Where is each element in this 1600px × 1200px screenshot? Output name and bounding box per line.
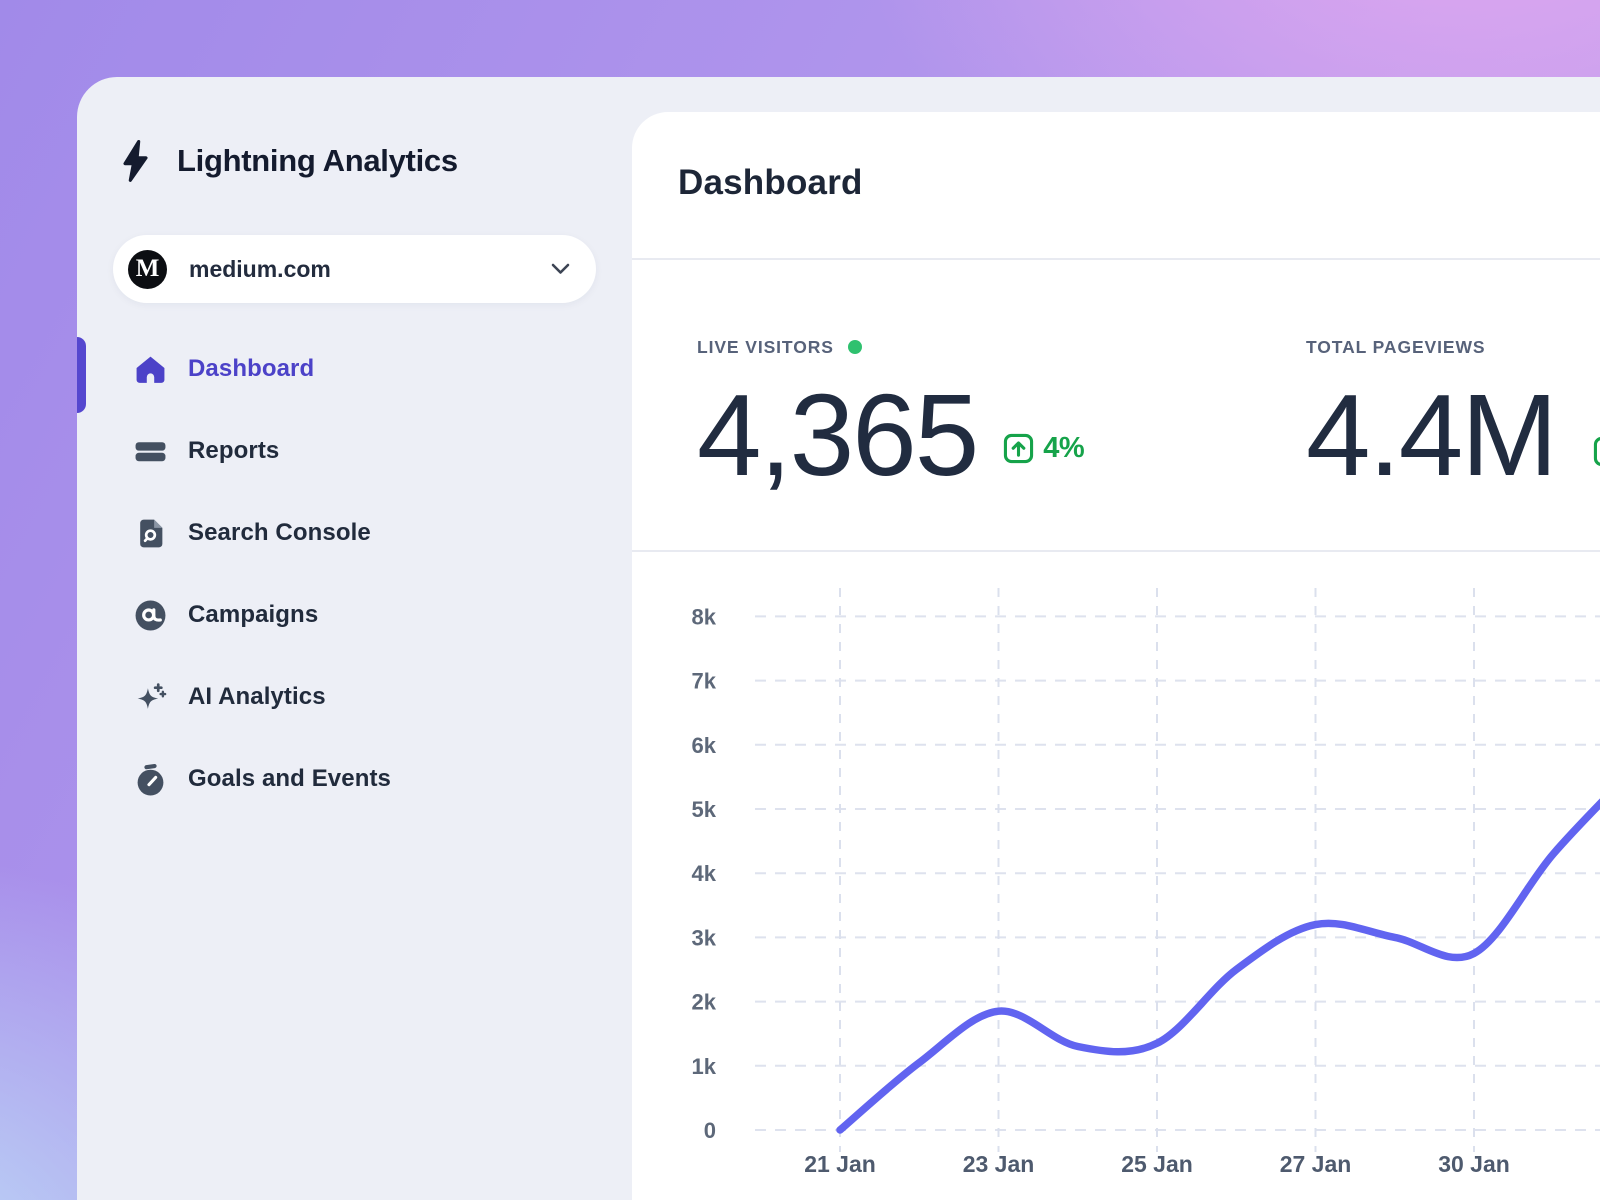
lightning-bolt-icon xyxy=(119,139,151,183)
sidebar-item-label: AI Analytics xyxy=(188,683,326,711)
stat-label: TOTAL PAGEVIEWS xyxy=(1306,337,1485,358)
stat-value: 4.4M xyxy=(1306,377,1556,493)
change-value: 4% xyxy=(1043,432,1084,465)
campaigns-icon xyxy=(134,599,167,632)
stat-live-visitors: LIVE VISITORS 4,365 4% xyxy=(632,260,1084,550)
sidebar: Lightning Analytics M medium.com Dashboa… xyxy=(77,77,632,1200)
y-axis-tick-label: 4k xyxy=(692,861,717,886)
line-chart: 0 1k 2k 3k 4k 5k 6k 7k 8k 21 Jan 23 Jan 25 Jan 27 Ja… xyxy=(632,552,1600,1200)
search-console-icon xyxy=(134,517,167,550)
stat-total-pageviews: TOTAL PAGEVIEWS 4.4M xyxy=(1306,260,1556,493)
x-axis-tick-label: 25 Jan xyxy=(1121,1151,1193,1177)
y-axis-tick-label: 0 xyxy=(704,1118,716,1143)
change-badge-cut-off xyxy=(1593,436,1600,472)
sidebar-item-reports[interactable]: Reports xyxy=(134,410,596,492)
y-axis-tick-label: 6k xyxy=(692,733,717,758)
stat-value: 4,365 xyxy=(697,377,977,493)
sidebar-nav: Dashboard Reports Search Console Campaig… xyxy=(113,328,596,820)
arrow-up-square-icon xyxy=(1593,436,1600,467)
stopwatch-icon xyxy=(134,763,167,796)
change-badge: 4% xyxy=(1003,432,1084,465)
sidebar-item-campaigns[interactable]: Campaigns xyxy=(134,574,596,656)
sidebar-item-ai-analytics[interactable]: AI Analytics xyxy=(134,656,596,738)
y-axis-tick-label: 8k xyxy=(692,604,717,629)
stat-label: LIVE VISITORS xyxy=(697,337,834,358)
y-axis-tick-label: 7k xyxy=(692,669,717,694)
app-window: Lightning Analytics M medium.com Dashboa… xyxy=(77,77,1600,1200)
x-axis-tick-label: 30 Jan xyxy=(1438,1151,1510,1177)
app-title: Lightning Analytics xyxy=(177,143,458,179)
sidebar-item-search-console[interactable]: Search Console xyxy=(134,492,596,574)
page-title: Dashboard xyxy=(632,112,1600,203)
x-axis-tick-label: 23 Jan xyxy=(963,1151,1035,1177)
site-name: medium.com xyxy=(189,256,551,283)
sidebar-item-dashboard[interactable]: Dashboard xyxy=(134,328,596,410)
site-selector[interactable]: M medium.com xyxy=(113,235,596,303)
app-logo: Lightning Analytics xyxy=(113,137,596,185)
medium-logo: M xyxy=(128,250,167,289)
main-content-card: Dashboard LIVE VISITORS 4,365 xyxy=(632,112,1600,1200)
desktop-background: Lightning Analytics M medium.com Dashboa… xyxy=(0,0,1600,1200)
x-axis-tick-label: 27 Jan xyxy=(1280,1151,1352,1177)
y-axis-tick-label: 1k xyxy=(692,1054,717,1079)
reports-icon xyxy=(134,435,167,468)
page-header: Dashboard xyxy=(632,112,1600,260)
visitors-line-series xyxy=(840,771,1600,1131)
x-axis-tick-label: 21 Jan xyxy=(804,1151,876,1177)
sidebar-item-label: Reports xyxy=(188,437,279,465)
y-axis-tick-label: 5k xyxy=(692,797,717,822)
sidebar-item-label: Goals and Events xyxy=(188,765,391,793)
sidebar-item-label: Campaigns xyxy=(188,601,318,629)
y-axis-tick-label: 2k xyxy=(692,990,717,1015)
sidebar-item-label: Search Console xyxy=(188,519,371,547)
stats-row: LIVE VISITORS 4,365 4% xyxy=(632,260,1600,552)
sidebar-item-label: Dashboard xyxy=(188,355,314,383)
active-nav-indicator xyxy=(77,337,86,413)
visitors-chart: 0 1k 2k 3k 4k 5k 6k 7k 8k 21 Jan 23 Jan 25 Jan 27 Ja… xyxy=(632,552,1600,1200)
arrow-up-square-icon xyxy=(1003,433,1034,464)
home-icon xyxy=(134,353,167,386)
chevron-down-icon xyxy=(551,263,570,275)
ai-sparkles-icon xyxy=(134,681,167,714)
y-axis-tick-label: 3k xyxy=(692,925,717,950)
sidebar-item-goals-and-events[interactable]: Goals and Events xyxy=(134,738,596,820)
live-status-dot xyxy=(848,340,862,354)
